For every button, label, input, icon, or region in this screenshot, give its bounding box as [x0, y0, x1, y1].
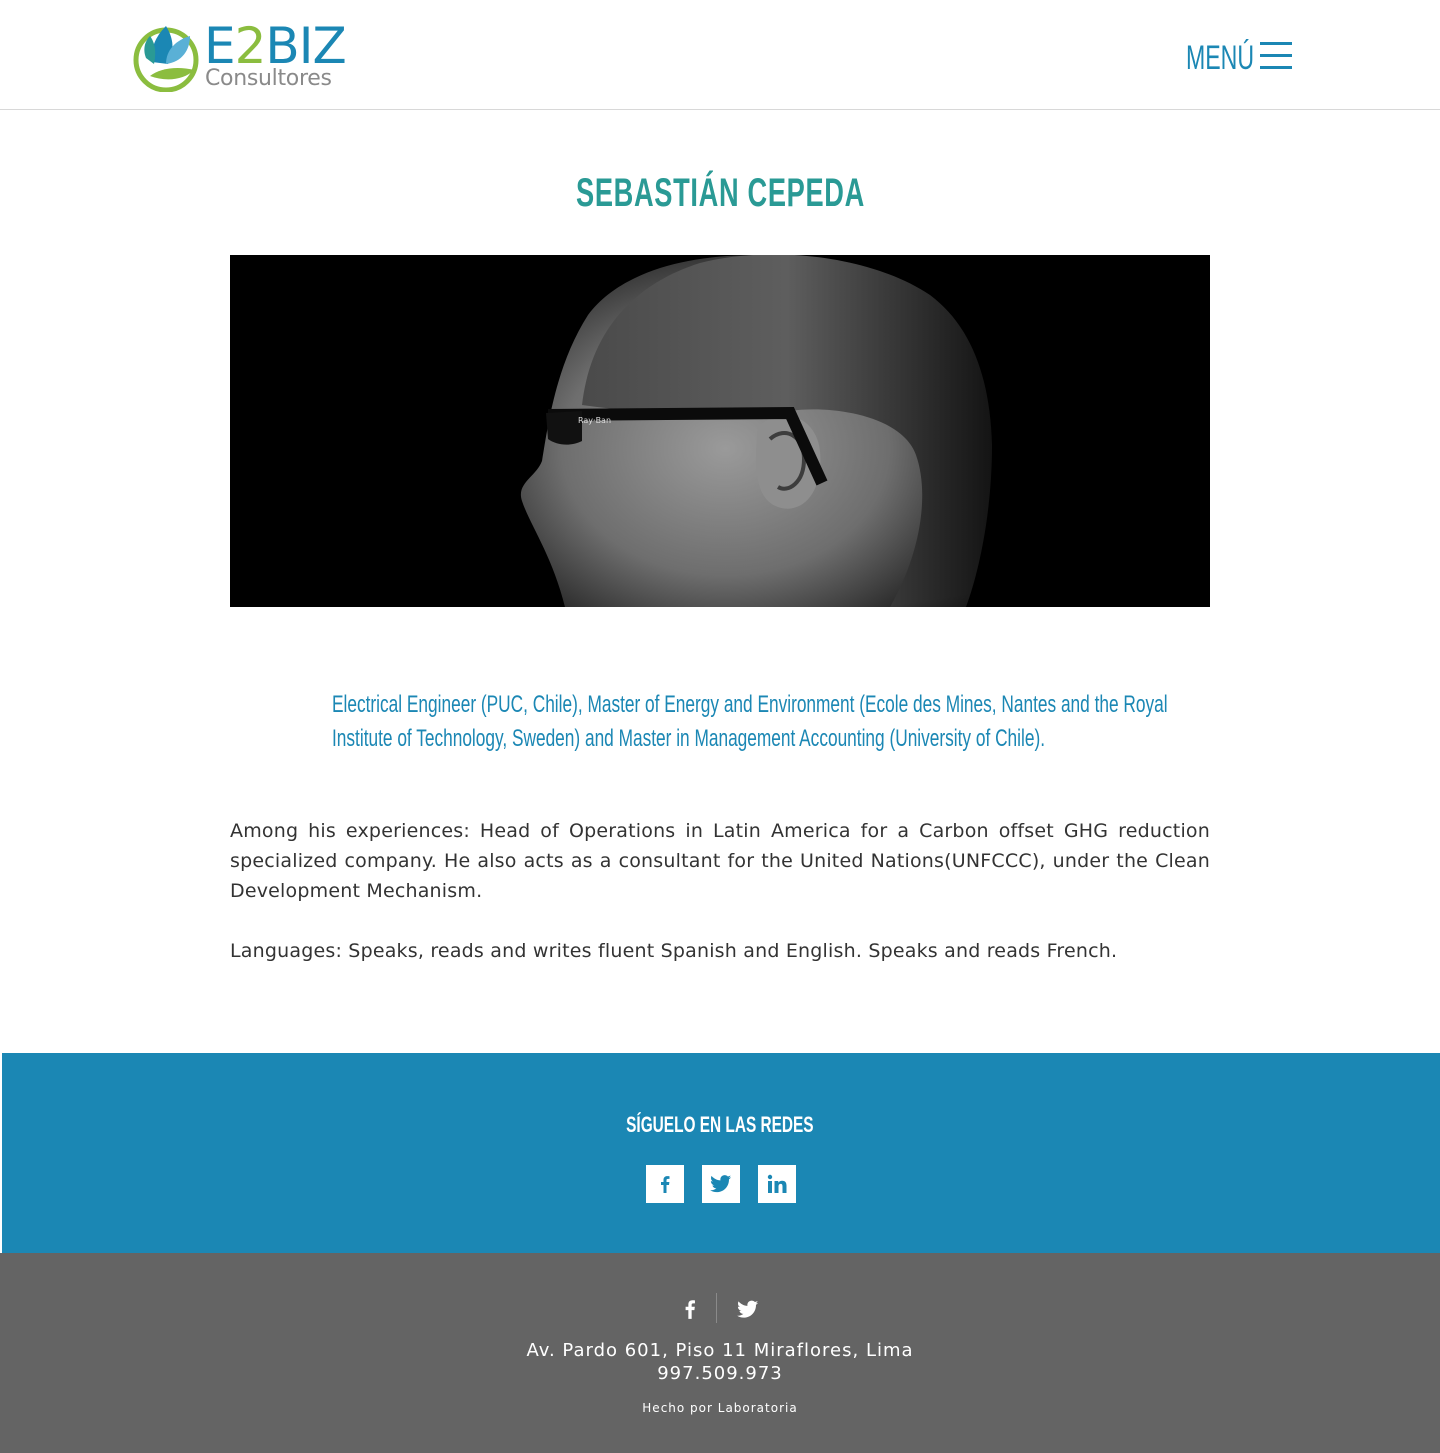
footer-phone[interactable]: 997.509.973 — [0, 1362, 1440, 1385]
menu-label: MENÚ — [1186, 39, 1255, 77]
footer-address: Av. Pardo 601, Piso 11 Miraflores, Lima — [526, 1340, 914, 1361]
twitter-icon — [737, 1300, 759, 1318]
languages-paragraph: Languages: Speaks, reads and writes flue… — [230, 940, 1118, 962]
facebook-button[interactable] — [646, 1165, 684, 1203]
portrait-photo: Ray·Ban — [230, 255, 1210, 607]
footer-facebook-link[interactable] — [678, 1296, 702, 1322]
linkedin-icon — [767, 1174, 787, 1193]
bio-paragraph: Among his experiences: Head of Operation… — [230, 820, 1210, 902]
facebook-icon — [685, 1300, 695, 1319]
twitter-button[interactable] — [702, 1165, 740, 1203]
logo-link[interactable]: E2BIZ Consultores — [132, 18, 347, 94]
footer-credit-link[interactable]: Hecho por Laboratoria — [0, 1399, 1440, 1417]
footer-icon-divider — [716, 1293, 717, 1323]
brand-tagline: Consultores — [205, 66, 332, 91]
credentials-line-2: Institute of Technology, Sweden) and Mas… — [332, 725, 1046, 752]
linkedin-button[interactable] — [758, 1165, 796, 1203]
credentials-text: Electrical Engineer (PUC, Chile), Master… — [332, 688, 1432, 756]
site-header: E2BIZ Consultores MENÚ — [0, 0, 1440, 110]
credentials-line-1: Electrical Engineer (PUC, Chile), Master… — [332, 691, 1168, 718]
social-heading: SÍGUELO EN LAS REDES — [626, 1112, 814, 1137]
leaf-logo-icon — [133, 26, 199, 92]
hamburger-icon — [1260, 42, 1292, 69]
facebook-icon — [661, 1176, 670, 1193]
page-title: SEBASTIÁN CEPEDA — [575, 171, 865, 215]
social-section — [2, 1053, 1440, 1253]
footer-twitter-link[interactable] — [736, 1296, 760, 1322]
twitter-icon — [710, 1175, 732, 1193]
menu-button[interactable]: MENÚ — [1186, 34, 1296, 80]
